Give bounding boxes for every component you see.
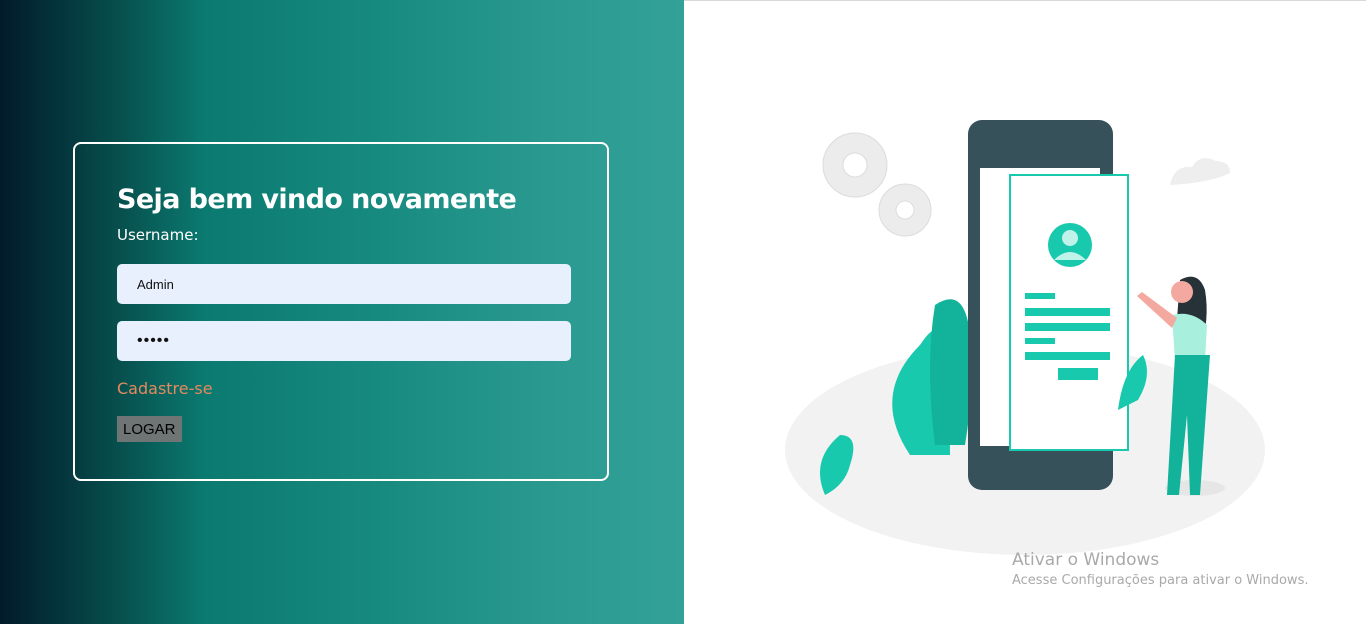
username-input[interactable]: Admin [117,264,571,304]
login-panel-background: Seja bem vindo novamente Username: Admin… [0,0,684,624]
login-card: Seja bem vindo novamente Username: Admin… [73,142,609,481]
username-label: Username: [117,226,199,244]
signup-link[interactable]: Cadastre-se [117,379,213,398]
divider [684,0,1366,1]
watermark-title: Ativar o Windows [1012,550,1160,570]
person-using-phone-login-illustration-icon [785,120,1265,555]
login-button[interactable]: LOGAR [117,416,182,442]
windows-activation-watermark: Ativar o Windows Acesse Configurações pa… [1012,550,1308,588]
page-title: Seja bem vindo novamente [117,184,517,215]
watermark-subtitle: Acesse Configurações para ativar o Windo… [1012,573,1309,588]
password-input[interactable]: ••••• [117,321,571,361]
